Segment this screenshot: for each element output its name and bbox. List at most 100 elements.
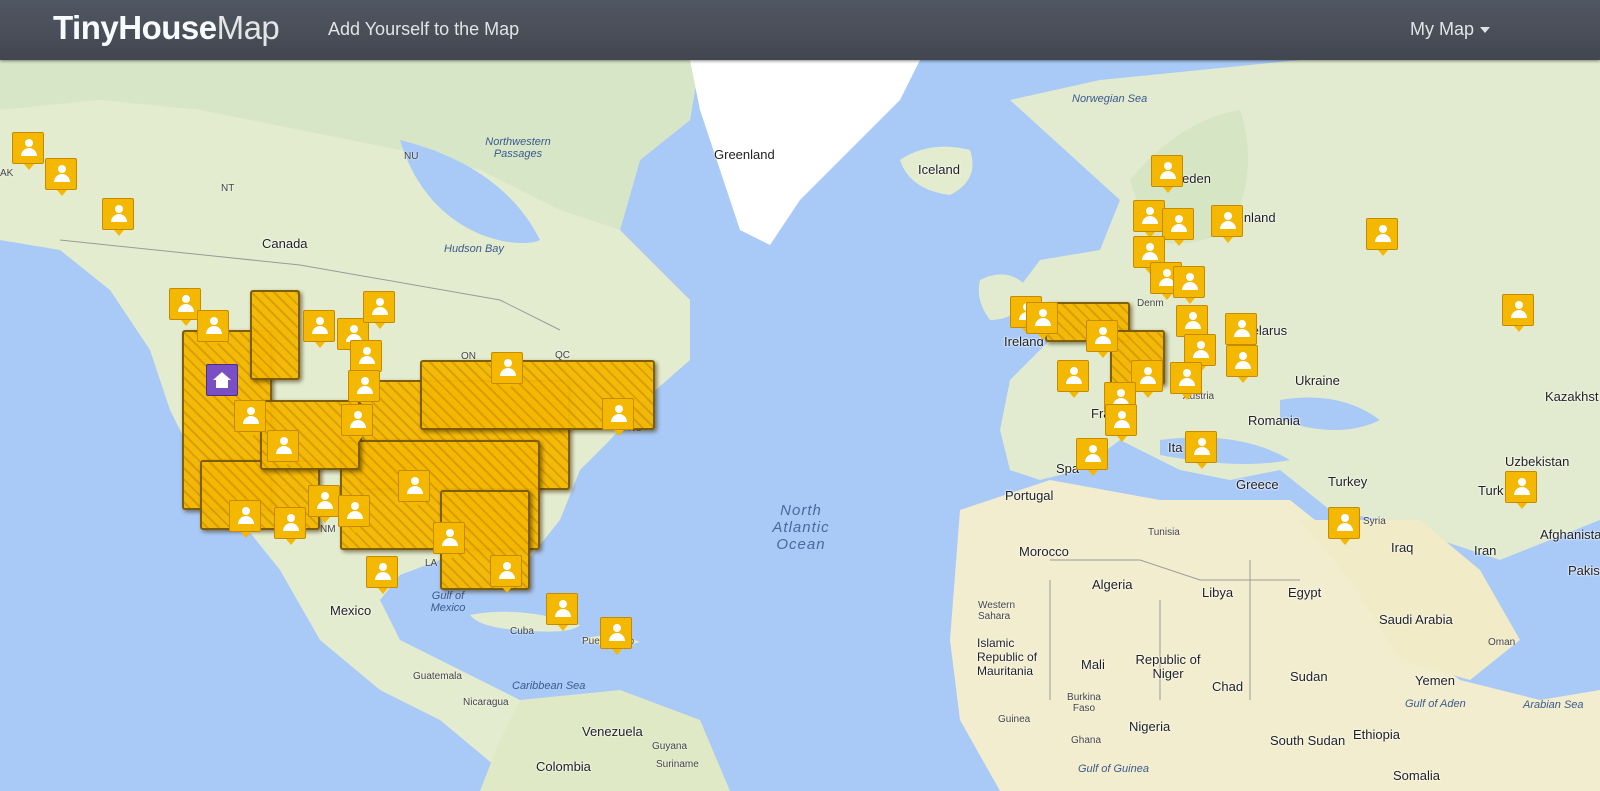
label-caribbean-sea: Caribbean Sea bbox=[512, 680, 586, 692]
user-marker[interactable] bbox=[350, 340, 382, 378]
user-marker[interactable] bbox=[490, 555, 522, 593]
user-marker[interactable] bbox=[1366, 218, 1398, 256]
label-morocco: Morocco bbox=[1019, 544, 1069, 559]
user-marker[interactable] bbox=[1211, 205, 1243, 243]
label-nigeria: Nigeria bbox=[1129, 719, 1171, 734]
label-north-atlantic-ocean: North Atlantic Ocean bbox=[772, 502, 830, 553]
marker-cluster[interactable] bbox=[250, 290, 300, 380]
label-italy: Ita bbox=[1168, 440, 1183, 455]
label-sudan: Sudan bbox=[1290, 669, 1328, 684]
user-marker[interactable] bbox=[12, 132, 44, 170]
user-marker[interactable] bbox=[348, 370, 380, 408]
user-marker[interactable] bbox=[602, 398, 634, 436]
my-map-dropdown[interactable]: My Map bbox=[1410, 19, 1490, 40]
user-marker[interactable] bbox=[1225, 313, 1257, 351]
user-marker[interactable] bbox=[234, 400, 266, 438]
user-marker[interactable] bbox=[1086, 320, 1118, 358]
top-navbar: TinyHouseMap Add Yourself to the Map My … bbox=[0, 0, 1600, 60]
user-marker[interactable] bbox=[338, 495, 370, 533]
label-turkey: Turkey bbox=[1328, 474, 1368, 489]
user-marker[interactable] bbox=[1105, 404, 1137, 442]
brand-logo[interactable]: TinyHouseMap bbox=[53, 8, 280, 48]
label-western-sahara: Western Sahara bbox=[978, 600, 1016, 622]
label-la: LA bbox=[425, 558, 438, 569]
label-northwestern-passages: Northwestern Passages bbox=[485, 136, 551, 160]
house-icon bbox=[213, 372, 231, 388]
user-marker[interactable] bbox=[303, 310, 335, 348]
user-marker[interactable] bbox=[267, 430, 299, 468]
user-marker[interactable] bbox=[1170, 362, 1202, 400]
caret-down-icon bbox=[1480, 27, 1490, 34]
user-marker[interactable] bbox=[308, 485, 340, 523]
user-marker[interactable] bbox=[102, 198, 134, 236]
label-somalia: Somalia bbox=[1393, 768, 1440, 783]
label-greenland: Greenland bbox=[714, 147, 775, 162]
label-south-sudan: South Sudan bbox=[1270, 733, 1346, 748]
label-syria: Syria bbox=[1363, 516, 1386, 527]
label-nicaragua: Nicaragua bbox=[463, 697, 509, 708]
label-burkina-faso: Burkina Faso bbox=[1067, 692, 1101, 714]
label-norwegian-sea: Norwegian Sea bbox=[1072, 93, 1148, 105]
label-arabian-sea: Arabian Sea bbox=[1523, 699, 1584, 711]
user-marker[interactable] bbox=[1151, 155, 1183, 193]
user-marker[interactable] bbox=[398, 470, 430, 508]
label-ukraine: Ukraine bbox=[1295, 373, 1340, 388]
user-marker[interactable] bbox=[1176, 305, 1208, 343]
label-uzbekistan: Uzbekistan bbox=[1505, 454, 1570, 469]
user-marker[interactable] bbox=[1026, 302, 1058, 340]
label-guyana: Guyana bbox=[652, 741, 688, 752]
user-marker[interactable] bbox=[1505, 471, 1537, 509]
my-map-label: My Map bbox=[1409, 19, 1474, 39]
label-niger: Republic of Niger bbox=[1135, 652, 1201, 681]
user-marker[interactable] bbox=[1502, 294, 1534, 332]
user-marker[interactable] bbox=[366, 556, 398, 594]
label-hudson-bay: Hudson Bay bbox=[444, 243, 504, 255]
house-marker[interactable] bbox=[206, 364, 238, 396]
label-turkmenistan: Turk bbox=[1478, 483, 1504, 498]
user-marker[interactable] bbox=[433, 522, 465, 560]
label-canada: Canada bbox=[262, 236, 308, 251]
label-tunisia: Tunisia bbox=[1148, 527, 1180, 538]
label-libya: Libya bbox=[1202, 585, 1234, 600]
user-marker[interactable] bbox=[1162, 208, 1194, 246]
user-marker[interactable] bbox=[363, 291, 395, 329]
label-portugal: Portugal bbox=[1005, 488, 1054, 503]
add-yourself-link[interactable]: Add Yourself to the Map bbox=[328, 19, 519, 40]
user-marker[interactable] bbox=[229, 500, 261, 538]
user-marker[interactable] bbox=[600, 617, 632, 655]
label-chad: Chad bbox=[1212, 679, 1244, 694]
user-marker[interactable] bbox=[1076, 438, 1108, 476]
user-marker[interactable] bbox=[341, 404, 373, 442]
label-nu: NU bbox=[404, 151, 419, 162]
label-greece: Greece bbox=[1236, 477, 1279, 492]
label-nm: NM bbox=[320, 524, 336, 535]
label-denmark: Denm bbox=[1137, 298, 1164, 309]
user-marker[interactable] bbox=[1173, 266, 1205, 304]
label-kazakhstan: Kazakhst bbox=[1545, 389, 1599, 404]
brand-bold: TinyHouse bbox=[53, 9, 217, 46]
user-marker[interactable] bbox=[1185, 431, 1217, 469]
label-afghanistan: Afghanistan bbox=[1540, 527, 1600, 542]
label-oman: Oman bbox=[1488, 637, 1516, 648]
label-egypt: Egypt bbox=[1288, 585, 1322, 600]
label-guatemala: Guatemala bbox=[413, 671, 462, 682]
label-iran: Iran bbox=[1474, 543, 1497, 558]
user-marker[interactable] bbox=[546, 593, 578, 631]
label-nt: NT bbox=[221, 183, 235, 194]
label-algeria: Algeria bbox=[1092, 577, 1133, 592]
world-map[interactable]: Greenland Iceland Norwegian Sea Sweden F… bbox=[0, 0, 1600, 791]
user-marker[interactable] bbox=[1057, 360, 1089, 398]
brand-light: Map bbox=[216, 9, 280, 46]
user-marker[interactable] bbox=[1133, 200, 1165, 238]
label-cuba: Cuba bbox=[510, 626, 534, 637]
user-marker[interactable] bbox=[1328, 507, 1360, 545]
user-marker[interactable] bbox=[491, 352, 523, 390]
user-marker[interactable] bbox=[1226, 345, 1258, 383]
user-marker[interactable] bbox=[197, 310, 229, 348]
label-gulf-of-guinea: Gulf of Guinea bbox=[1078, 763, 1149, 775]
label-mauritania: Islamic Republic of Mauritania bbox=[977, 636, 1038, 678]
label-guinea: Guinea bbox=[998, 714, 1031, 725]
label-saudi-arabia: Saudi Arabia bbox=[1379, 612, 1453, 627]
user-marker[interactable] bbox=[45, 158, 77, 196]
user-marker[interactable] bbox=[274, 507, 306, 545]
